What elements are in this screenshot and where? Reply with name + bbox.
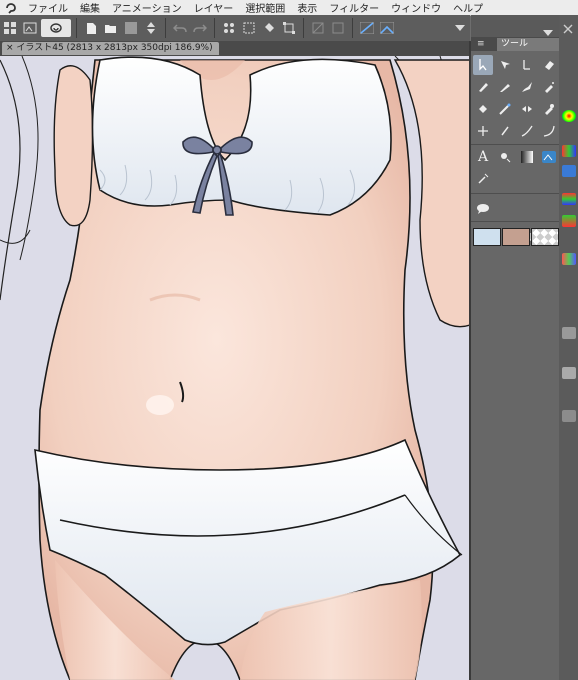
color-history-icon[interactable] [562,253,576,265]
curve-tool-icon[interactable] [539,121,559,141]
panel-tab-inactive[interactable]: ≡ [473,38,489,51]
snap-special-ruler-icon[interactable] [378,19,396,37]
tool-row-separator [471,144,559,145]
open-folder-icon[interactable] [102,19,120,37]
selection-stamp-icon[interactable] [329,19,347,37]
gradient-tool-icon[interactable] [473,121,493,141]
close-panel-icon[interactable] [563,19,573,38]
color-set-icon[interactable] [562,165,576,177]
stepper-arrows-icon[interactable] [142,19,160,37]
save-icon[interactable] [122,19,140,37]
fill-bucket-icon[interactable] [473,99,493,119]
frame-tool-icon[interactable] [539,147,559,167]
approx-color-icon[interactable] [562,215,576,227]
fill-icon[interactable] [260,19,278,37]
speech-balloon-icon[interactable] [473,199,493,219]
tool-row-separator [471,193,559,194]
pencil-icon[interactable] [495,77,515,97]
snap-ruler-icon[interactable] [358,19,376,37]
color-slider-icon[interactable] [562,145,576,157]
menu-window[interactable]: ウィンドウ [385,0,447,15]
menu-layer[interactable]: レイヤー [188,0,240,15]
move-layer-icon[interactable] [495,55,515,75]
toolbar-dropdown-icon[interactable] [451,19,469,37]
close-tab-icon[interactable]: × [6,43,14,53]
canvas-area[interactable] [0,56,470,680]
clear-icon[interactable] [220,19,238,37]
document-tab-bar: × イラスト45 (2813 x 2813px 350dpi 186.9%) [0,41,470,56]
transparent-color-swatch[interactable] [531,228,559,246]
document-tab[interactable]: × イラスト45 (2813 x 2813px 350dpi 186.9%) [2,42,219,55]
tool-panel: ≡ ツール A [471,15,563,680]
clear-outside-icon[interactable] [240,19,258,37]
open-material-icon[interactable] [21,19,39,37]
toolbar-separator [352,18,353,38]
panel-tab-strip: ≡ ツール [471,37,563,51]
menu-edit[interactable]: 編集 [74,0,106,15]
brush-icon[interactable] [517,77,537,97]
gradient-fill-icon[interactable] [517,147,537,167]
figure-tool-icon[interactable] [495,121,515,141]
operation-tool-icon[interactable] [473,55,493,75]
tool-row-separator [471,221,559,222]
eyedropper-icon[interactable] [539,99,559,119]
ruler-tool-icon[interactable] [517,121,537,141]
tool-tab-label: ツール [501,39,529,49]
intermediate-color-icon[interactable] [562,193,576,205]
menu-selection[interactable]: 選択範囲 [239,0,291,15]
grid-menu-icon[interactable] [1,19,19,37]
toolbar-separator [76,18,77,38]
eraser-icon[interactable] [539,55,559,75]
menu-animation[interactable]: アニメーション [106,0,188,15]
correction-tool-icon[interactable] [473,169,493,189]
toolbar-separator [214,18,215,38]
brush-size-icon[interactable] [562,327,576,339]
sub-color-swatch[interactable] [502,228,530,246]
layer-property-icon[interactable] [562,367,576,379]
auto-select-icon[interactable] [517,55,537,75]
blend-icon[interactable] [495,99,515,119]
toolbar-separator [165,18,166,38]
tab-tool[interactable]: ツール [497,38,563,51]
liquify-icon[interactable] [517,99,537,119]
menu-bar: ファイル 編集 アニメーション レイヤー 選択範囲 表示 フィルター ウィンドウ… [0,0,578,16]
menu-filter[interactable]: フィルター [323,0,385,15]
airbrush-icon[interactable] [539,77,559,97]
clip-studio-swirl-button[interactable] [41,19,71,37]
clip-studio-logo-icon[interactable] [0,2,22,14]
selection-disabled-icon[interactable] [309,19,327,37]
menu-file[interactable]: ファイル [22,0,74,15]
right-icon-strip [559,15,578,680]
pen-icon[interactable] [473,77,493,97]
transform-icon[interactable] [280,19,298,37]
document-tab-title: イラスト45 (2813 x 2813px 350dpi 186.9%) [16,43,213,53]
illustration [0,56,470,680]
layer-icon[interactable] [562,410,576,422]
menu-help[interactable]: ヘルプ [447,0,489,15]
color-wheel-icon[interactable] [562,110,576,122]
undo-icon[interactable] [171,19,189,37]
balloon-tool-icon[interactable] [495,147,515,167]
text-tool-icon[interactable]: A [473,147,493,167]
new-file-icon[interactable] [82,19,100,37]
menu-view[interactable]: 表示 [291,0,323,15]
redo-icon[interactable] [191,19,209,37]
command-bar [0,15,470,42]
toolbar-separator [303,18,304,38]
main-color-swatch[interactable] [473,228,501,246]
